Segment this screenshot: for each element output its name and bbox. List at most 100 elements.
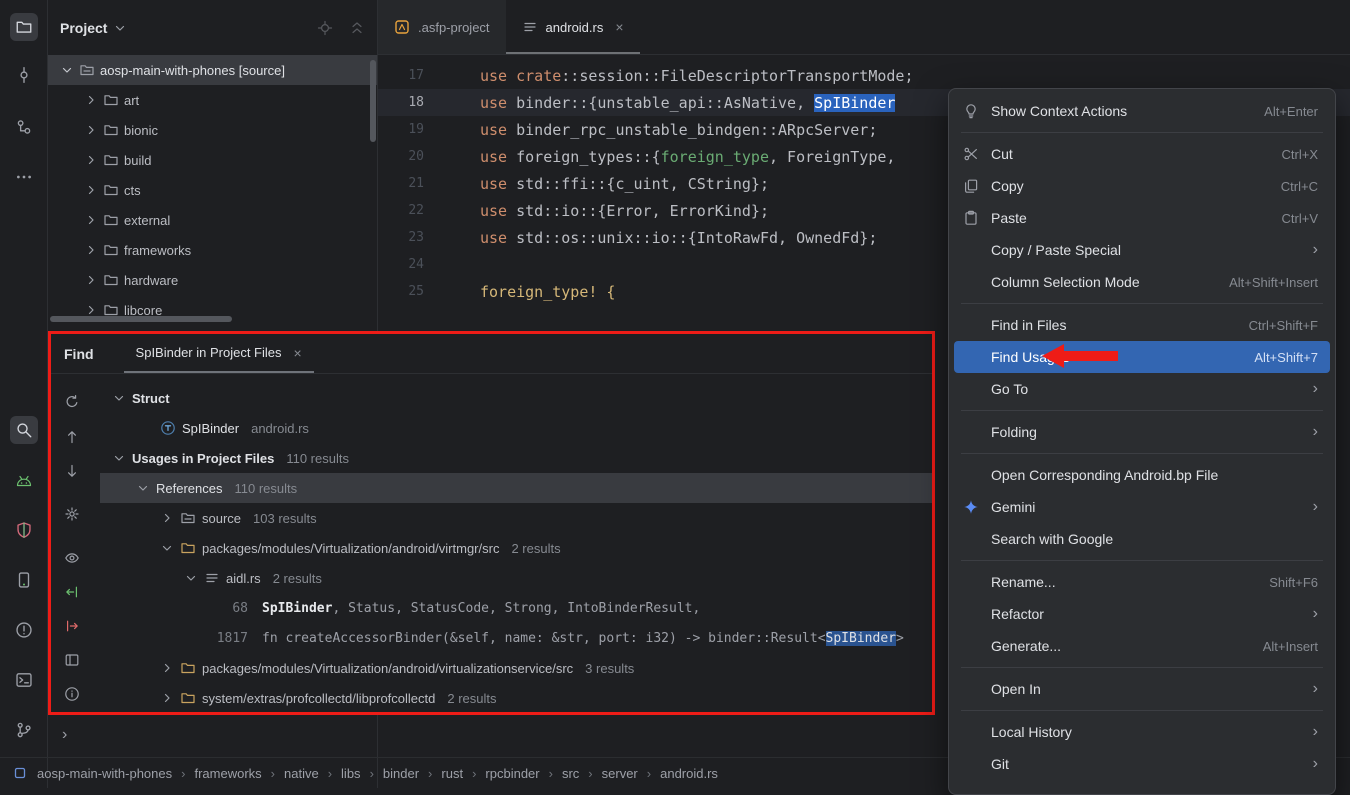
tab-asfp-project[interactable]: .asfp-project — [378, 0, 506, 54]
project-tree-item[interactable]: external — [48, 205, 377, 235]
breadcrumb-item[interactable]: rpcbinder — [485, 766, 539, 781]
find-node-dir-profcollectd[interactable]: system/extras/profcollectd/libprofcollec… — [100, 683, 932, 713]
commit-tool-icon[interactable] — [10, 61, 38, 89]
menu-item-cut[interactable]: Cut Ctrl+X — [954, 138, 1330, 170]
find-group-struct[interactable]: Struct — [100, 383, 932, 413]
more-tools-icon[interactable] — [10, 163, 38, 191]
find-usage-line[interactable]: 68 SpIBinder, Status, StatusCode, Strong… — [100, 593, 932, 623]
breadcrumb-item[interactable]: src — [562, 766, 579, 781]
chevron-right-icon[interactable] — [84, 243, 98, 257]
chevron-down-icon[interactable] — [184, 571, 198, 585]
chevron-right-icon[interactable] — [160, 511, 174, 525]
chevron-down-icon[interactable] — [113, 21, 127, 35]
breadcrumb-item[interactable]: rust — [441, 766, 463, 781]
next-occurrence-icon[interactable] — [58, 457, 86, 485]
help-icon[interactable] — [58, 680, 86, 708]
menu-item-git[interactable]: Git › — [954, 748, 1330, 780]
menu-item-paste[interactable]: Paste Ctrl+V — [954, 202, 1330, 234]
code-line[interactable]: 17 use crate::session::FileDescriptorTra… — [378, 62, 1350, 89]
rerun-search-icon[interactable] — [58, 388, 86, 416]
project-tree-item[interactable]: hardware — [48, 265, 377, 295]
find-node-dir-virtmgr[interactable]: packages/modules/Virtualization/android/… — [100, 533, 932, 563]
project-tree-root[interactable]: aosp-main-with-phones [source] — [48, 55, 377, 85]
collapsed-node-chevron[interactable]: › — [62, 726, 67, 744]
chevron-right-icon[interactable] — [84, 273, 98, 287]
breadcrumb-item[interactable]: android.rs — [660, 766, 718, 781]
menu-item-rename[interactable]: Rename... Shift+F6 — [954, 566, 1330, 598]
find-node-source[interactable]: source 103 results — [100, 503, 932, 533]
project-tree-item[interactable]: build — [48, 145, 377, 175]
find-node-file-aidl[interactable]: aidl.rs 2 results — [100, 563, 932, 593]
running-devices-icon[interactable] — [10, 566, 38, 594]
chevron-right-icon[interactable] — [160, 691, 174, 705]
close-tab-icon[interactable]: × — [615, 19, 623, 35]
menu-item-local-history[interactable]: Local History › — [954, 716, 1330, 748]
menu-item-folding[interactable]: Folding › — [954, 416, 1330, 448]
menu-item-search-with-google[interactable]: Search with Google — [954, 523, 1330, 555]
preview-usages-icon[interactable] — [58, 544, 86, 572]
find-item-struct-spibinder[interactable]: SpIBinder android.rs — [100, 413, 932, 443]
problems-tool-icon[interactable] — [10, 616, 38, 644]
menu-separator — [961, 667, 1323, 668]
menu-item-find-in-files[interactable]: Find in Files Ctrl+Shift+F — [954, 309, 1330, 341]
project-tool-icon[interactable] — [10, 13, 38, 41]
menu-item-go-to[interactable]: Go To › — [954, 373, 1330, 405]
menu-item-find-usages[interactable]: Find Usages Alt+Shift+7 — [954, 341, 1330, 373]
open-in-new-tab-icon[interactable] — [58, 646, 86, 674]
breadcrumb-item[interactable]: binder — [383, 766, 419, 781]
chevron-right-icon[interactable] — [84, 213, 98, 227]
menu-item-gemini[interactable]: Gemini › — [954, 491, 1330, 523]
menu-item-show-context-actions[interactable]: Show Context Actions Alt+Enter — [954, 95, 1330, 127]
code-token: foreign_type — [661, 148, 769, 166]
project-tree-item[interactable]: bionic — [48, 115, 377, 145]
menu-item-refactor[interactable]: Refactor › — [954, 598, 1330, 630]
horizontal-scrollbar[interactable] — [50, 316, 232, 322]
find-group-usages[interactable]: Usages in Project Files 110 results — [100, 443, 932, 473]
navigate-with-single-click-icon[interactable] — [58, 612, 86, 640]
breadcrumb-item[interactable]: native — [284, 766, 319, 781]
chevron-right-icon[interactable] — [84, 183, 98, 197]
menu-item-open-in[interactable]: Open In › — [954, 673, 1330, 705]
logcat-tool-icon[interactable] — [10, 466, 38, 494]
chevron-down-icon[interactable] — [160, 541, 174, 555]
version-control-tool-icon[interactable] — [10, 716, 38, 744]
chevron-down-icon[interactable] — [112, 391, 126, 405]
vertical-scrollbar[interactable] — [370, 60, 376, 142]
chevron-right-icon[interactable] — [84, 123, 98, 137]
chevron-right-icon[interactable] — [84, 93, 98, 107]
chevron-right-icon[interactable] — [84, 153, 98, 167]
find-usage-line[interactable]: 1817 fn createAccessorBinder(&self, name… — [100, 623, 932, 653]
previous-occurrence-icon[interactable] — [58, 423, 86, 451]
search-tool-icon[interactable] — [10, 416, 38, 444]
find-settings-icon[interactable] — [58, 500, 86, 528]
find-results-tab[interactable]: SpIBinder in Project Files × — [124, 334, 314, 373]
menu-item-copy-paste-special[interactable]: Copy / Paste Special › — [954, 234, 1330, 266]
menu-item-generate[interactable]: Generate... Alt+Insert — [954, 630, 1330, 662]
collapse-all-icon[interactable] — [349, 20, 365, 36]
terminal-tool-icon[interactable] — [10, 666, 38, 694]
project-tree-item[interactable]: cts — [48, 175, 377, 205]
close-find-tab-icon[interactable]: × — [294, 345, 302, 361]
project-tree-item[interactable]: art — [48, 85, 377, 115]
chevron-right-icon[interactable] — [160, 661, 174, 675]
autoscroll-to-source-icon[interactable] — [58, 578, 86, 606]
breadcrumb-item[interactable]: libs — [341, 766, 361, 781]
tab-android-rs[interactable]: android.rs × — [506, 0, 640, 54]
chevron-down-icon[interactable] — [112, 451, 126, 465]
breadcrumb-item[interactable]: aosp-main-with-phones — [37, 766, 172, 781]
locate-file-icon[interactable] — [317, 20, 333, 36]
app-quality-insights-icon[interactable] — [10, 516, 38, 544]
find-results-tree: Struct SpIBinder android.rs Usages in Pr… — [100, 383, 932, 713]
find-node-references[interactable]: References 110 results — [100, 473, 932, 503]
structure-tool-icon[interactable] — [10, 113, 38, 141]
find-node-dir-virtualizationservice[interactable]: packages/modules/Virtualization/android/… — [100, 653, 932, 683]
menu-item-column-selection-mode[interactable]: Column Selection Mode Alt+Shift+Insert — [954, 266, 1330, 298]
chevron-right-icon[interactable] — [84, 303, 98, 317]
menu-item-open-corresponding-android-bp[interactable]: Open Corresponding Android.bp File — [954, 459, 1330, 491]
chevron-down-icon[interactable] — [60, 63, 74, 77]
breadcrumb-item[interactable]: frameworks — [194, 766, 261, 781]
breadcrumb-item[interactable]: server — [602, 766, 638, 781]
project-tree-item[interactable]: frameworks — [48, 235, 377, 265]
menu-item-copy[interactable]: Copy Ctrl+C — [954, 170, 1330, 202]
chevron-down-icon[interactable] — [136, 481, 150, 495]
